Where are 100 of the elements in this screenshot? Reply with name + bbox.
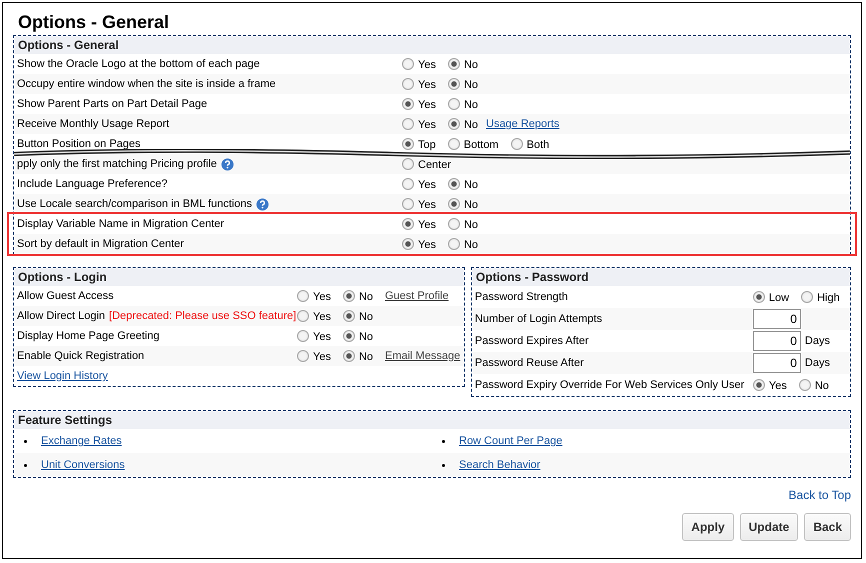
radio-button[interactable] xyxy=(342,310,355,322)
radio-button[interactable] xyxy=(342,290,355,302)
radio-button[interactable] xyxy=(510,138,523,150)
radio-button[interactable] xyxy=(402,118,414,130)
setting-label: Number of Login Attempts xyxy=(474,313,602,325)
action-button[interactable]: Apply xyxy=(682,513,734,541)
radio-button[interactable] xyxy=(402,98,414,110)
setting-label: Password Expires After xyxy=(474,335,589,347)
help-icon[interactable] xyxy=(220,158,234,170)
option-label: Yes xyxy=(418,199,436,211)
option-label: Yes xyxy=(313,311,331,323)
option-label: No xyxy=(464,79,478,91)
option-label: Yes xyxy=(418,119,436,131)
feature-link[interactable]: Search Behavior xyxy=(459,459,540,471)
option-label: No xyxy=(464,99,478,111)
radio-button[interactable] xyxy=(342,330,355,342)
action-button[interactable]: Update xyxy=(740,513,798,541)
option-label: Yes xyxy=(418,179,436,191)
settings-link[interactable]: Email Message xyxy=(385,350,464,362)
feature-link[interactable]: Unit Conversions xyxy=(41,459,125,471)
usage-reports-link[interactable]: Usage Reports xyxy=(486,118,850,130)
option-label: Yes xyxy=(313,291,331,303)
deprecation-note: [Deprecated: Please use SSO feature] xyxy=(109,310,296,322)
radio-button[interactable] xyxy=(752,291,765,303)
radio-button[interactable] xyxy=(448,198,460,210)
setting-label: Button Position on Pages xyxy=(17,138,141,150)
setting-label: Display Home Page Greeting xyxy=(17,330,160,342)
option-label: Yes xyxy=(418,219,436,231)
option-label: No xyxy=(358,291,374,303)
bullet-icon xyxy=(24,464,27,466)
feature-link[interactable]: Row Count Per Page xyxy=(459,435,562,447)
radio-button[interactable] xyxy=(402,198,414,210)
option-label: Yes xyxy=(418,59,436,71)
radio-button[interactable] xyxy=(448,118,460,130)
radio-button[interactable] xyxy=(402,78,414,90)
setting-label: Show Parent Parts on Part Detail Page xyxy=(17,98,208,110)
radio-button[interactable] xyxy=(342,350,355,362)
radio-button[interactable] xyxy=(448,58,460,70)
radio-button[interactable] xyxy=(448,238,460,250)
setting-label: Password Reuse After xyxy=(474,357,584,369)
radio-button[interactable] xyxy=(801,291,814,303)
radio-button[interactable] xyxy=(402,178,414,190)
number-field[interactable]: 0 xyxy=(752,331,801,351)
login-history-link[interactable]: View Login History xyxy=(17,370,464,382)
option-label: No xyxy=(358,351,374,363)
option-label: Center xyxy=(418,159,452,171)
option-label: Yes xyxy=(313,331,331,343)
setting-label: Password Expiry Override For Web Services Only User xyxy=(474,379,744,391)
radio-button[interactable] xyxy=(798,379,811,391)
setting-label: Sort by default in Migration Center xyxy=(17,238,184,250)
option-label: Top xyxy=(418,139,436,151)
option-label: Low xyxy=(768,292,790,304)
setting-label: Display Variable Name in Migration Center xyxy=(17,218,224,230)
feature-link[interactable]: Exchange Rates xyxy=(41,435,122,447)
setting-label: Enable Quick Registration xyxy=(17,350,144,362)
unit-label: Days xyxy=(804,357,830,369)
radio-button[interactable] xyxy=(402,138,414,150)
bullet-icon xyxy=(442,440,445,442)
option-label: Yes xyxy=(418,99,436,111)
section-header: Options - Login xyxy=(14,268,464,286)
setting-label: Allow Guest Access xyxy=(17,290,114,302)
radio-button[interactable] xyxy=(297,350,309,362)
radio-button[interactable] xyxy=(448,98,460,110)
radio-button[interactable] xyxy=(448,78,460,90)
option-label: Both xyxy=(526,139,550,151)
option-label: No xyxy=(464,59,478,71)
section-header: Options - General xyxy=(14,36,850,54)
setting-label: Allow Direct Login xyxy=(17,310,106,322)
option-label: Bottom xyxy=(464,139,499,151)
option-label: No xyxy=(464,239,478,251)
option-label: Yes xyxy=(418,239,436,251)
radio-button[interactable] xyxy=(402,158,414,170)
number-field[interactable]: 0 xyxy=(752,309,801,329)
setting-label: Show the Oracle Logo at the bottom of each page xyxy=(17,58,260,70)
setting-label: Password Strength xyxy=(474,291,568,303)
setting-label: Use Locale search/comparison in BML functions xyxy=(17,198,252,210)
option-label: No xyxy=(464,179,478,191)
option-label: Yes xyxy=(768,380,787,392)
option-label: No xyxy=(464,219,478,231)
radio-button[interactable] xyxy=(402,58,414,70)
unit-label: Days xyxy=(804,335,830,347)
radio-button[interactable] xyxy=(752,379,765,391)
option-label: High xyxy=(817,292,840,304)
radio-button[interactable] xyxy=(448,178,460,190)
radio-button[interactable] xyxy=(297,330,309,342)
settings-link[interactable]: Guest Profile xyxy=(385,290,464,302)
section-header: Options - Password xyxy=(472,268,850,286)
action-button[interactable]: Back xyxy=(804,513,851,541)
setting-label: Receive Monthly Usage Report xyxy=(17,118,170,130)
option-label: No xyxy=(358,331,374,343)
radio-button[interactable] xyxy=(402,218,414,230)
number-field[interactable]: 0 xyxy=(752,353,801,373)
radio-button[interactable] xyxy=(297,310,309,322)
back-to-top-link[interactable]: Back to Top xyxy=(788,488,851,502)
help-icon[interactable] xyxy=(256,198,269,210)
radio-button[interactable] xyxy=(448,138,460,150)
section-header: Feature Settings xyxy=(14,411,850,429)
radio-button[interactable] xyxy=(402,238,414,250)
radio-button[interactable] xyxy=(448,218,460,230)
radio-button[interactable] xyxy=(297,290,309,302)
